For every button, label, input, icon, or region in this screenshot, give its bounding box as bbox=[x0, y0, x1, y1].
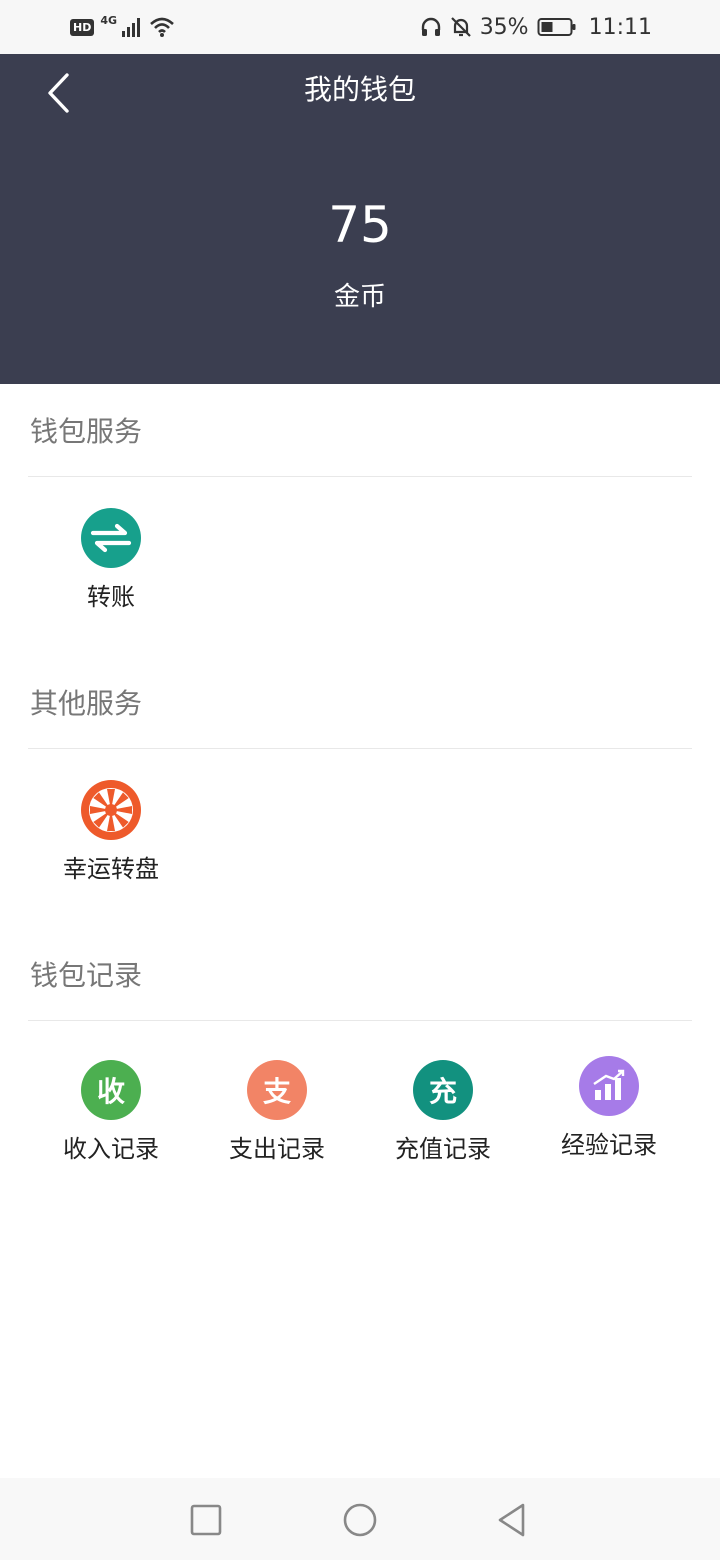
section-title: 钱包服务 bbox=[30, 415, 143, 448]
status-bar: HD 4G 35% 11:11 bbox=[0, 0, 720, 54]
other-service-section: 其他服务 幸运转盘 bbox=[0, 656, 720, 928]
experience-record-label: 经验记录 bbox=[561, 1131, 657, 1159]
battery-percent: 35% bbox=[479, 14, 529, 40]
balance-value: 75 bbox=[328, 196, 392, 254]
chart-icon bbox=[579, 1056, 639, 1116]
expense-record-label: 支出记录 bbox=[229, 1135, 325, 1163]
income-record-label: 收入记录 bbox=[63, 1135, 159, 1163]
lucky-wheel-icon bbox=[81, 780, 141, 840]
wallet-records-section: 钱包记录 收 收入记录 支 支出记录 充 充值记录 经验记录 bbox=[0, 928, 720, 1200]
wallet-service-section: 钱包服务 转账 bbox=[0, 384, 720, 656]
recharge-icon: 充 bbox=[413, 1060, 473, 1120]
transfer-label: 转账 bbox=[87, 583, 135, 611]
recent-apps-icon[interactable] bbox=[184, 1498, 228, 1542]
section-divider bbox=[28, 1020, 692, 1021]
transfer-tile[interactable]: 转账 bbox=[28, 508, 194, 612]
clock: 11:11 bbox=[588, 14, 652, 40]
headphones-icon bbox=[421, 17, 440, 36]
signal-icon bbox=[122, 18, 141, 37]
wallet-header: 我的钱包 75 金币 bbox=[0, 54, 720, 384]
income-record-tile[interactable]: 收 收入记录 bbox=[28, 1060, 194, 1164]
expense-record-tile[interactable]: 支 支出记录 bbox=[194, 1060, 360, 1164]
page-title: 我的钱包 bbox=[303, 73, 416, 106]
recharge-record-label: 充值记录 bbox=[395, 1135, 491, 1163]
status-left: HD 4G bbox=[70, 14, 175, 40]
transfer-icon bbox=[81, 508, 141, 568]
home-icon[interactable] bbox=[338, 1498, 382, 1542]
lucky-wheel-tile[interactable]: 幸运转盘 bbox=[28, 780, 194, 884]
wifi-icon bbox=[150, 17, 174, 37]
recharge-record-tile[interactable]: 充 充值记录 bbox=[360, 1060, 526, 1164]
status-right: 35% 11:11 bbox=[420, 12, 652, 42]
income-icon: 收 bbox=[81, 1060, 141, 1120]
network-type: 4G bbox=[100, 13, 118, 27]
section-title: 其他服务 bbox=[30, 687, 143, 720]
balance-unit: 金币 bbox=[333, 282, 386, 312]
experience-record-tile[interactable]: 经验记录 bbox=[526, 1056, 692, 1160]
mute-icon bbox=[450, 17, 471, 37]
lucky-wheel-label: 幸运转盘 bbox=[63, 855, 159, 883]
back-nav-icon[interactable] bbox=[490, 1498, 534, 1542]
system-nav-bar bbox=[0, 1478, 720, 1560]
section-title: 钱包记录 bbox=[30, 959, 143, 992]
expense-icon: 支 bbox=[247, 1060, 307, 1120]
section-divider bbox=[28, 476, 692, 477]
hd-badge: HD bbox=[70, 18, 95, 36]
battery-icon bbox=[537, 18, 576, 36]
section-divider bbox=[28, 748, 692, 749]
